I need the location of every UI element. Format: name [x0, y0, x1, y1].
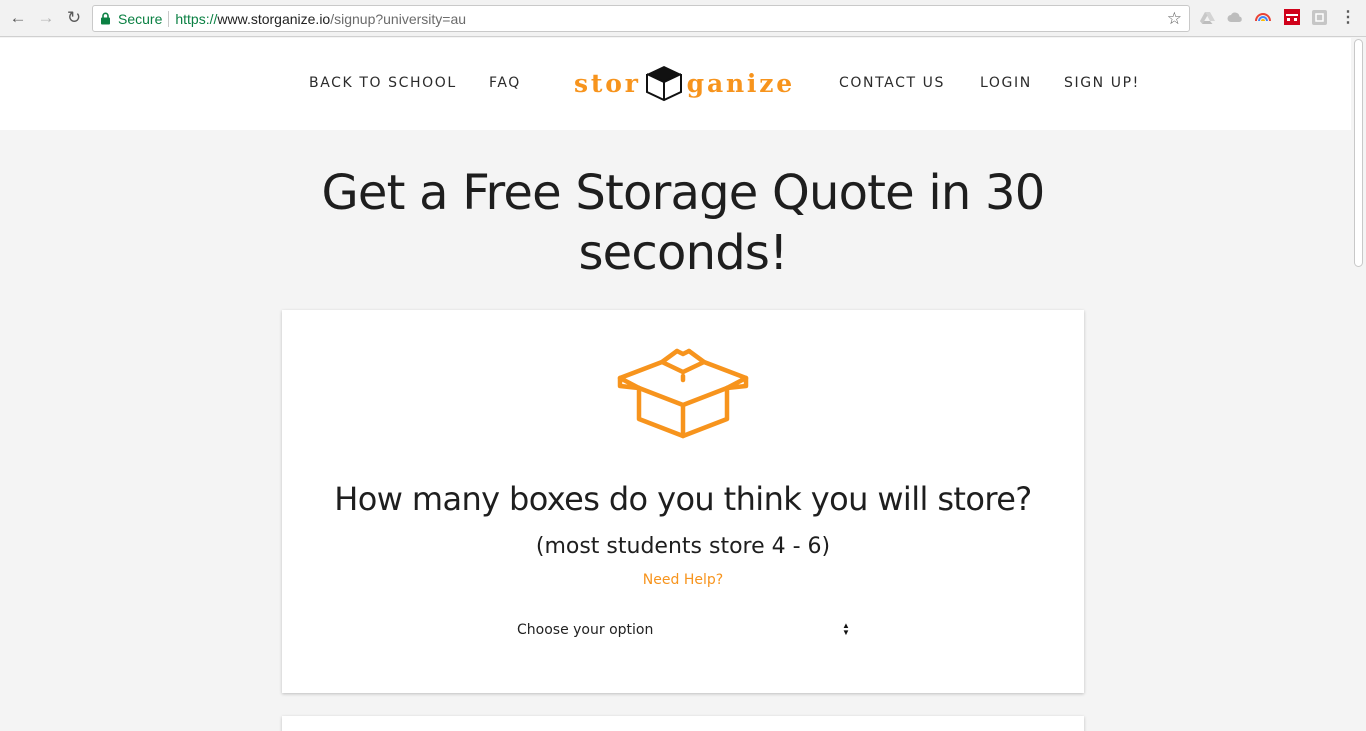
page-title: Get a Free Storage Quote in 30 seconds! [283, 163, 1083, 283]
open-box-icon [617, 348, 749, 439]
browser-menu-icon[interactable]: ⋮ [1340, 9, 1356, 26]
red-extension-icon[interactable] [1284, 9, 1300, 25]
page-title-line2: seconds! [578, 225, 788, 281]
forward-arrow-icon[interactable]: → [35, 7, 57, 29]
lock-icon [100, 12, 112, 26]
url-host: www.storganize.io [217, 10, 331, 27]
nav-back-to-school[interactable]: BACK TO SCHOOL [309, 75, 457, 91]
page-title-line1: Get a Free Storage Quote in 30 [321, 165, 1046, 221]
grey-extension-icon[interactable] [1311, 9, 1327, 25]
address-bar[interactable]: Secure https://www.storganize.io/signup?… [92, 5, 1190, 32]
need-help-link[interactable]: Need Help? [282, 572, 1084, 588]
reload-icon[interactable]: ↻ [63, 7, 85, 29]
boxes-question: How many boxes do you think you will sto… [334, 480, 1032, 518]
bookmark-star-icon[interactable]: ☆ [1167, 9, 1182, 29]
rainbow-extension-icon[interactable] [1255, 9, 1271, 25]
drive-icon[interactable] [1199, 9, 1215, 25]
select-arrows-icon: ▲ ▼ [842, 621, 850, 637]
select-value: Choose your option [517, 622, 654, 638]
omnibox-divider [168, 10, 170, 27]
page-scrollbar[interactable] [1351, 37, 1366, 731]
nav-faq[interactable]: FAQ [489, 75, 521, 91]
back-arrow-icon[interactable]: ← [7, 7, 29, 29]
storganize-logo[interactable]: stor ganize [574, 62, 795, 104]
url-path: /signup?university=au [330, 10, 467, 27]
page-scroll-thumb[interactable] [1354, 39, 1363, 267]
nav-login[interactable]: LOGIN [980, 75, 1032, 91]
boxes-select[interactable]: Choose your option ▲ ▼ [507, 615, 857, 645]
logo-text-left: stor [574, 68, 641, 98]
secure-label: Secure [118, 10, 163, 27]
url-protocol: https:// [175, 10, 218, 27]
logo-text-right: ganize [686, 68, 795, 98]
boxes-hint: (most students store 4 - 6) [535, 534, 831, 559]
quote-card: How many boxes do you think you will sto… [282, 310, 1084, 693]
next-card [282, 716, 1084, 731]
cloud-icon[interactable] [1227, 9, 1243, 25]
nav-sign-up[interactable]: SIGN UP! [1064, 75, 1140, 91]
site-header: BACK TO SCHOOL FAQ stor ganize CONTACT U… [0, 38, 1351, 130]
browser-toolbar: ← → ↻ Secure https://www.storganize.io/s… [0, 0, 1366, 37]
box-logo-icon [645, 66, 682, 102]
nav-contact-us[interactable]: CONTACT US [839, 75, 945, 91]
